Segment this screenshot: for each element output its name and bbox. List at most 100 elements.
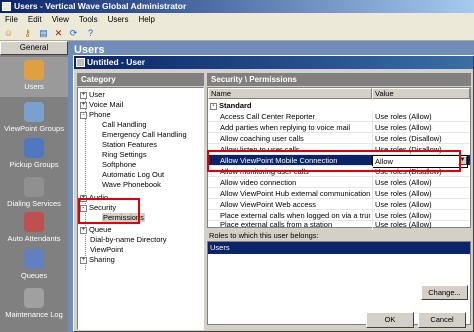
nav-auto-attendants[interactable]: Auto Attendants: [0, 212, 68, 248]
tree-node-permissions[interactable]: Permissions: [102, 213, 145, 222]
role-item[interactable]: Users: [208, 242, 470, 254]
tree-label: Phone: [89, 110, 111, 119]
expand-icon[interactable]: +: [80, 256, 87, 264]
properties-icon[interactable]: ▤: [38, 28, 49, 39]
tree-label: Queue: [89, 225, 112, 234]
section-header: Security \ Permissions: [207, 73, 471, 86]
nav-dialing-services[interactable]: Dialing Services: [0, 177, 68, 213]
category-tree[interactable]: + User + Voice Mail - Phone Call Handling E…: [77, 87, 204, 330]
tree-node-station-features[interactable]: Station Features: [102, 140, 157, 149]
menu-view[interactable]: View: [47, 13, 74, 26]
menu-edit[interactable]: Edit: [23, 13, 47, 26]
users-icon[interactable]: ☺: [3, 28, 14, 39]
cancel-button[interactable]: Cancel: [418, 312, 466, 328]
permission-value[interactable]: Use roles (Allow): [372, 111, 468, 122]
permission-value[interactable]: Use roles (Allow): [372, 177, 468, 188]
nav-viewpoint-groups[interactable]: ViewPoint Groups: [0, 102, 68, 138]
group-standard[interactable]: - Standard: [208, 100, 470, 111]
expand-icon[interactable]: +: [80, 91, 87, 99]
tree-node-softphone[interactable]: Softphone: [102, 160, 136, 169]
tree-label: Emergency Call Handling: [102, 130, 187, 139]
refresh-icon[interactable]: ⟳: [68, 28, 79, 39]
permission-name: Allow ViewPoint Mobile Connection: [220, 156, 338, 165]
tree-label: Ring Settings: [102, 150, 147, 159]
permission-name: Allow monitoring user calls: [220, 167, 309, 176]
nav-pickup-groups-label: Pickup Groups: [9, 160, 59, 169]
permission-row[interactable]: Allow ViewPoint Hub external communicati…: [208, 188, 470, 199]
tree-node-user[interactable]: + User: [80, 90, 105, 99]
nav-maintenance-log[interactable]: Maintenance Log: [0, 288, 68, 328]
permission-value[interactable]: Use roles (Allow): [372, 199, 468, 210]
change-button[interactable]: Change...: [421, 285, 468, 300]
expand-icon[interactable]: +: [80, 226, 87, 234]
category-header: Category: [77, 73, 204, 86]
nav-dialing-services-label: Dialing Services: [7, 199, 61, 208]
col-header-value[interactable]: Value: [372, 88, 470, 99]
tree-node-security[interactable]: - Security: [80, 203, 116, 212]
menu-bar: File Edit View Tools Users Help: [0, 13, 474, 26]
permission-value[interactable]: Use roles (Disallow): [372, 166, 468, 177]
tree-label: User: [89, 90, 105, 99]
dropdown-arrow-icon[interactable]: ▼: [458, 156, 467, 165]
tree-node-ring-settings[interactable]: Ring Settings: [102, 150, 147, 159]
menu-users[interactable]: Users: [103, 13, 134, 26]
col-header-name[interactable]: Name: [208, 88, 372, 99]
collapse-icon[interactable]: -: [80, 111, 87, 119]
app-icon: [2, 2, 11, 11]
menu-file[interactable]: File: [0, 13, 23, 26]
tree-node-audio[interactable]: + Audio: [80, 193, 108, 202]
permission-value[interactable]: Use roles (Allow): [372, 219, 468, 230]
delete-icon[interactable]: ✕: [53, 28, 64, 39]
menu-tools[interactable]: Tools: [74, 13, 103, 26]
nav-auto-attendants-label: Auto Attendants: [7, 234, 61, 243]
permission-row-selected[interactable]: Allow ViewPoint Mobile Connection Allow ▼: [208, 155, 470, 168]
permission-row[interactable]: Access Call Center Reporter Use roles (Al…: [208, 111, 470, 122]
menu-help[interactable]: Help: [133, 13, 159, 26]
tree-node-viewpoint[interactable]: ViewPoint: [90, 245, 123, 254]
expand-icon[interactable]: +: [80, 194, 87, 202]
key-icon[interactable]: ⚷: [22, 28, 33, 39]
permission-row[interactable]: Allow video connection Use roles (Allow): [208, 177, 470, 188]
tree-node-automatic-log-out[interactable]: Automatic Log Out: [102, 170, 164, 179]
tree-node-emergency-call-handling[interactable]: Emergency Call Handling: [102, 130, 187, 139]
nav-header[interactable]: General: [0, 41, 68, 55]
permissions-grid[interactable]: Name Value - Standard Access Call Center …: [207, 87, 471, 230]
permission-row[interactable]: Allow listen to user calls Use roles (Dis…: [208, 144, 470, 155]
permission-row[interactable]: Allow monitoring user calls Use roles (Di…: [208, 166, 470, 177]
collapse-icon[interactable]: -: [210, 102, 217, 110]
permission-row[interactable]: Add parties when replying to voice mail U…: [208, 122, 470, 133]
nav-pickup-groups[interactable]: Pickup Groups: [0, 138, 68, 174]
permission-row[interactable]: Place external calls from a station Use r…: [208, 219, 470, 230]
tree-node-voice-mail[interactable]: + Voice Mail: [80, 100, 123, 109]
permission-value[interactable]: Use roles (Allow): [372, 122, 468, 133]
tree-node-wave-phonebook[interactable]: Wave Phonebook: [102, 180, 161, 189]
permission-value[interactable]: Use roles (Disallow): [372, 144, 468, 155]
dialog-icon: [76, 58, 85, 67]
tree-label: Softphone: [102, 160, 137, 169]
permission-row[interactable]: Allow ViewPoint Web access Use roles (All…: [208, 199, 470, 210]
tree-node-phone[interactable]: - Phone: [80, 110, 111, 119]
permission-value[interactable]: Use roles (Disallow): [372, 133, 468, 144]
tree-guide: [85, 94, 86, 270]
tree-node-queue[interactable]: + Queue: [80, 225, 112, 234]
help-icon[interactable]: ?: [85, 28, 96, 39]
permission-row[interactable]: Allow coaching user calls Use roles (Disa…: [208, 133, 470, 144]
nav-queues[interactable]: Queues: [0, 249, 68, 285]
tree-node-call-handling[interactable]: Call Handling: [102, 120, 147, 129]
tree-node-sharing[interactable]: + Sharing: [80, 255, 115, 264]
tree-node-dial-by-name-directory[interactable]: Dial-by-name Directory: [90, 235, 167, 244]
nav-users[interactable]: Users: [0, 57, 68, 97]
maintenance-log-icon: [24, 288, 44, 308]
permission-name: Place external calls from a station: [220, 220, 333, 229]
ok-button[interactable]: OK: [366, 312, 414, 328]
expand-icon[interactable]: +: [80, 101, 87, 109]
pickup-groups-icon: [24, 138, 44, 158]
users-nav-icon: [24, 60, 44, 80]
tree-label: Automatic Log Out: [102, 170, 165, 179]
tree-label: Wave Phonebook: [102, 180, 161, 189]
collapse-icon[interactable]: -: [80, 204, 87, 212]
tree-label: Security: [89, 203, 117, 212]
permission-value[interactable]: Use roles (Allow): [372, 188, 468, 199]
nav-queues-label: Queues: [20, 271, 48, 280]
user-dialog: Untitled - User Category Security \ Perm…: [73, 55, 474, 332]
